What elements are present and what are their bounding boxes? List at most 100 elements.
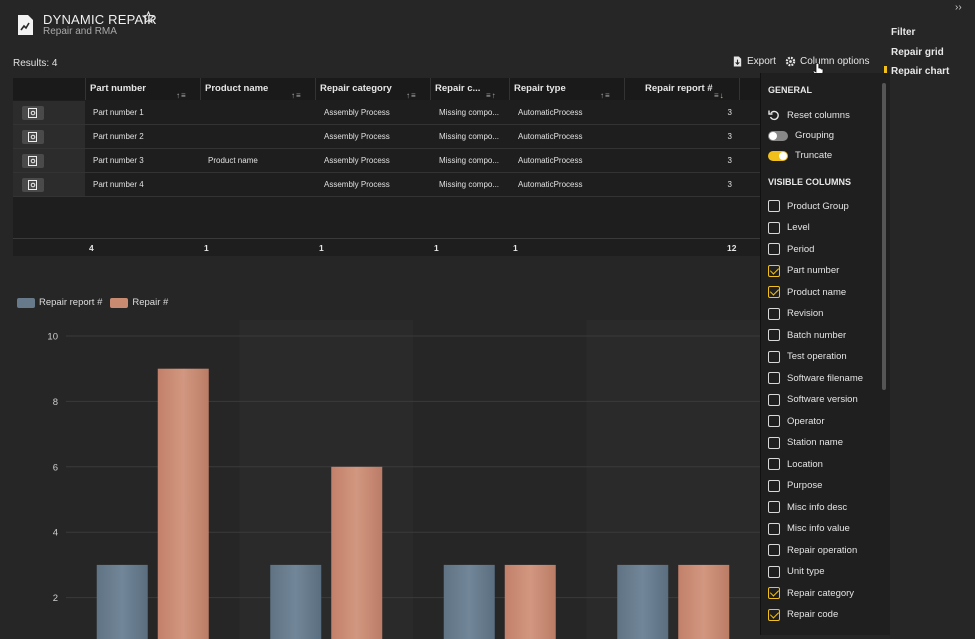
y-tick-label: 2 (53, 593, 58, 604)
nav-filter[interactable]: Filter (891, 26, 949, 46)
gear-icon (785, 56, 796, 67)
reset-columns-button[interactable]: Reset columns (768, 109, 850, 121)
total-repair-report: 12 (727, 243, 737, 253)
column-checkbox[interactable] (768, 479, 780, 492)
legend-item-repair[interactable]: Repair # (110, 297, 168, 308)
column-checkbox[interactable] (768, 393, 780, 406)
col-header-repair-category[interactable]: Repair category ↑≡ (315, 78, 430, 100)
col-label: Product name (205, 83, 269, 94)
column-option-part-number[interactable]: Part number (768, 264, 840, 277)
col-header-part-number[interactable]: Part number ↑≡ (85, 78, 200, 100)
column-checkbox[interactable] (768, 587, 780, 599)
column-option-misc-info-desc[interactable]: Misc info desc (768, 501, 847, 513)
column-option-level[interactable]: Level (768, 221, 810, 234)
table-row[interactable]: Part number 3 Product name Assembly Proc… (13, 149, 760, 173)
column-checkbox[interactable] (768, 522, 780, 535)
cell-repair-code: Missing compo... (439, 180, 500, 189)
total-repair-code: 1 (434, 243, 439, 253)
column-checkbox[interactable] (768, 436, 780, 449)
nav-repair-grid[interactable]: Repair grid (891, 46, 949, 66)
total-product-name: 1 (204, 243, 209, 253)
column-checkbox[interactable] (768, 501, 780, 513)
row-details-button[interactable] (22, 106, 44, 120)
bar-repair-report-3[interactable] (443, 564, 495, 639)
column-option-repair-category[interactable]: Repair category (768, 587, 854, 599)
column-option-location[interactable]: Location (768, 458, 823, 470)
column-option-label: Test operation (787, 351, 847, 362)
bar-repair-report-1[interactable] (96, 564, 148, 639)
column-option-software-version[interactable]: Software version (768, 393, 858, 406)
grouping-switch[interactable] (768, 130, 788, 141)
column-option-label: Purpose (787, 480, 823, 491)
bar-repair-3[interactable] (504, 564, 556, 639)
table-row[interactable]: Part number 2 Assembly Process Missing c… (13, 125, 760, 149)
table-row[interactable]: Part number 1 Assembly Process Missing c… (13, 101, 760, 125)
nav-repair-chart[interactable]: Repair chart (891, 65, 949, 85)
column-checkbox[interactable] (768, 415, 780, 427)
cell-repair-code: Missing compo... (439, 132, 500, 141)
col-label: Repair c... (435, 83, 481, 94)
column-checkbox[interactable] (768, 608, 780, 621)
column-option-unit-type[interactable]: Unit type (768, 565, 825, 578)
column-checkbox[interactable] (768, 286, 780, 298)
bar-repair-report-4[interactable] (617, 564, 669, 639)
toggle-knob (779, 151, 787, 160)
bar-repair-1[interactable] (157, 368, 209, 639)
table-row[interactable]: Part number 4 Assembly Process Missing c… (13, 173, 760, 197)
col-header-repair-type[interactable]: Repair type ↑≡ (509, 78, 624, 100)
column-checkbox[interactable] (768, 221, 780, 234)
column-option-product-name[interactable]: Product name (768, 286, 846, 298)
column-checkbox[interactable] (768, 565, 780, 578)
column-option-software-filename[interactable]: Software filename (768, 372, 863, 384)
row-details-button[interactable] (22, 178, 44, 192)
column-checkbox[interactable] (768, 350, 780, 363)
column-checkbox[interactable] (768, 264, 780, 277)
cell-product-name (208, 125, 313, 148)
row-details-button[interactable] (22, 130, 44, 144)
column-checkbox[interactable] (768, 372, 780, 384)
cell-part-number: Part number 1 (93, 108, 144, 117)
column-option-station-name[interactable]: Station name (768, 436, 843, 449)
bar-repair-2[interactable] (331, 466, 383, 639)
panel-scrollbar[interactable] (882, 83, 886, 390)
collapse-panel-icon[interactable]: ›› (955, 2, 962, 13)
column-options-button[interactable]: Column options (785, 56, 869, 67)
truncate-toggle[interactable]: Truncate (768, 150, 832, 161)
column-option-purpose[interactable]: Purpose (768, 479, 823, 492)
legend-label: Repair # (132, 297, 169, 308)
export-button[interactable]: Export (732, 56, 776, 67)
row-details-button[interactable] (22, 154, 44, 168)
column-option-operator[interactable]: Operator (768, 415, 825, 427)
column-checkbox[interactable] (768, 243, 780, 255)
export-label: Export (747, 56, 776, 67)
legend-item-repair-report[interactable]: Repair report # (17, 297, 102, 308)
column-checkbox[interactable] (768, 544, 780, 556)
col-header-product-name[interactable]: Product name ↑≡ (200, 78, 315, 100)
column-option-period[interactable]: Period (768, 243, 814, 255)
column-option-misc-info-value[interactable]: Misc info value (768, 522, 850, 535)
column-option-test-operation[interactable]: Test operation (768, 350, 847, 363)
favorite-star-icon[interactable] (142, 11, 155, 24)
search-doc-icon (28, 156, 37, 166)
truncate-switch[interactable] (768, 150, 788, 161)
total-repair-category: 1 (319, 243, 324, 253)
column-checkbox[interactable] (768, 307, 780, 320)
column-option-repair-operation[interactable]: Repair operation (768, 544, 857, 556)
column-checkbox[interactable] (768, 329, 780, 341)
col-header-repair-code[interactable]: Repair c... ≡↑ (430, 78, 509, 100)
column-option-revision[interactable]: Revision (768, 307, 823, 320)
column-option-label: Part number (787, 265, 840, 276)
column-option-repair-code[interactable]: Repair code (768, 608, 838, 621)
column-option-product-group[interactable]: Product Group (768, 200, 849, 212)
bar-repair-report-2[interactable] (270, 564, 322, 639)
y-tick-label: 6 (53, 462, 58, 473)
col-header-repair-report[interactable]: Repair report # ≡↓ (624, 78, 739, 100)
column-option-label: Operator (787, 415, 825, 427)
column-checkbox[interactable] (768, 458, 780, 470)
grouping-toggle[interactable]: Grouping (768, 130, 834, 141)
column-checkbox[interactable] (768, 200, 780, 212)
row-action-cell (13, 125, 85, 148)
repair-bar-chart: 2 4 6 8 10 (47, 320, 760, 639)
bar-repair-4[interactable] (678, 564, 730, 639)
column-option-batch-number[interactable]: Batch number (768, 329, 846, 341)
